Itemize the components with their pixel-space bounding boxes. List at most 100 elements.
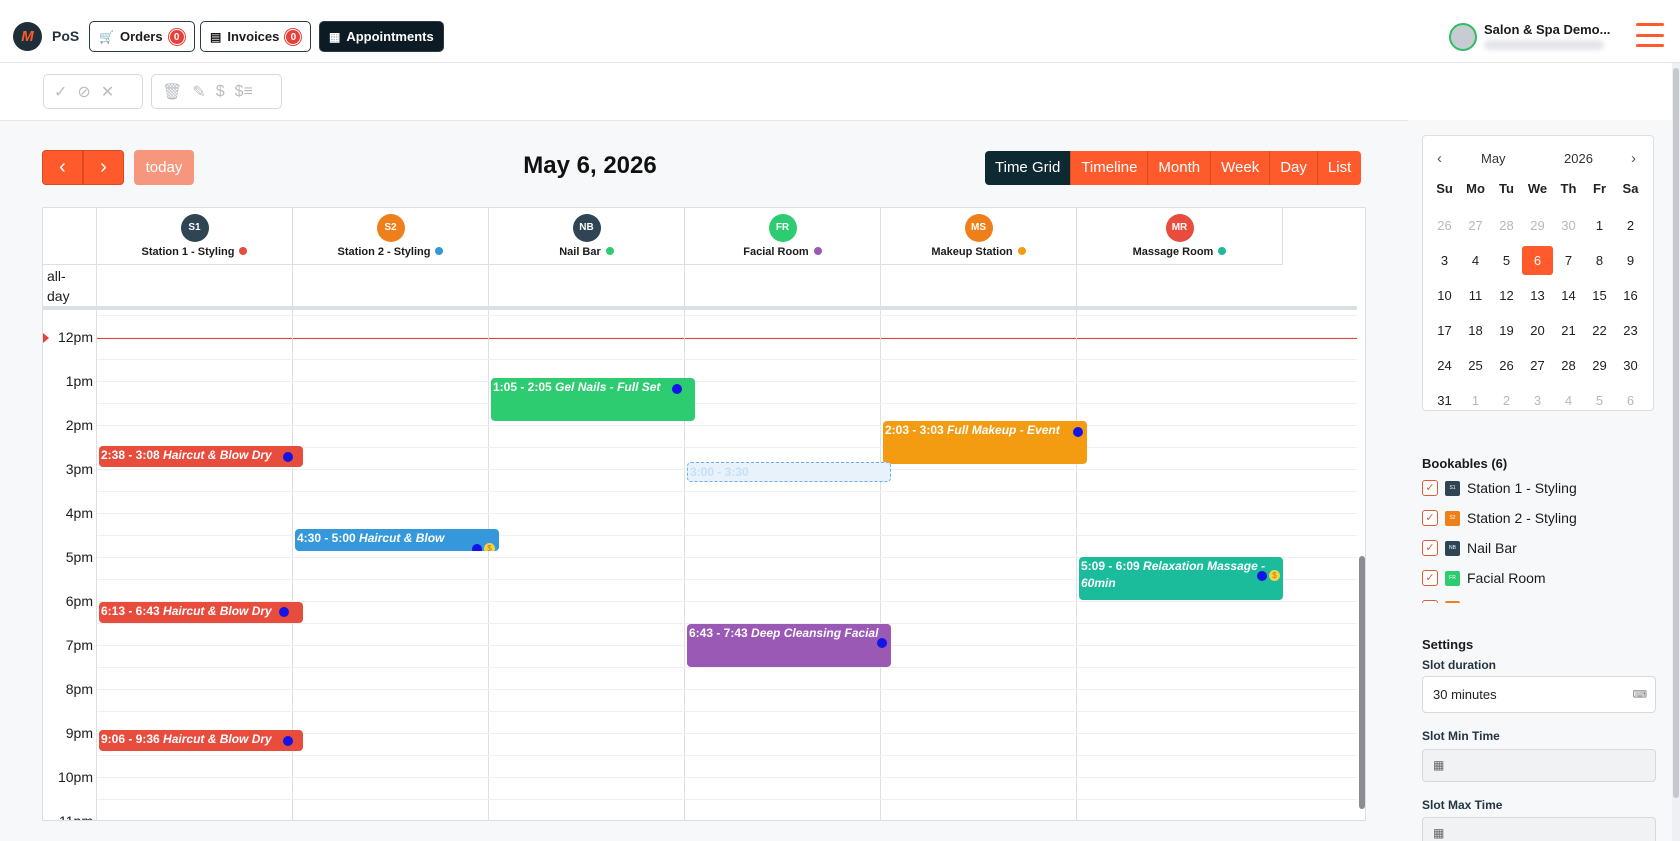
minical-day[interactable]: 21 bbox=[1553, 313, 1584, 348]
view-timeline-button[interactable]: Timeline bbox=[1071, 151, 1149, 185]
minical-day[interactable]: 3 bbox=[1522, 383, 1553, 418]
minical-day[interactable]: 29 bbox=[1522, 208, 1553, 243]
minical-day[interactable]: 11 bbox=[1460, 278, 1491, 313]
minical-day[interactable]: 12 bbox=[1491, 278, 1522, 313]
minical-day[interactable]: 5 bbox=[1491, 243, 1522, 278]
column-header-nb[interactable]: NB Nail Bar bbox=[489, 208, 685, 265]
bookable-checkbox[interactable]: ✓ bbox=[1422, 600, 1438, 603]
minical-day[interactable]: 30 bbox=[1615, 348, 1646, 383]
view-month-button[interactable]: Month bbox=[1148, 151, 1212, 185]
minical-day[interactable]: 27 bbox=[1460, 208, 1491, 243]
close-icon[interactable]: ✕ bbox=[101, 82, 114, 102]
nav-invoices-button[interactable]: ▤ Invoices 0 bbox=[200, 21, 312, 52]
minical-day[interactable]: 26 bbox=[1429, 208, 1460, 243]
appointment-event[interactable]: 5:09 - 6:09 Relaxation Massage - 60min $ bbox=[1079, 557, 1283, 600]
appointment-event[interactable]: 1:05 - 2:05 Gel Nails - Full Set bbox=[491, 378, 695, 421]
minical-day[interactable]: 18 bbox=[1460, 313, 1491, 348]
minical-day[interactable]: 3 bbox=[1429, 243, 1460, 278]
minical-day[interactable]: 29 bbox=[1584, 348, 1615, 383]
column-header-s2[interactable]: S2 Station 2 - Styling bbox=[293, 208, 489, 265]
minical-day[interactable]: 1 bbox=[1460, 383, 1491, 418]
minical-year[interactable]: 2026 bbox=[1564, 151, 1593, 166]
view-list-button[interactable]: List bbox=[1317, 151, 1362, 185]
minical-prev-icon[interactable]: ‹ bbox=[1437, 150, 1442, 167]
minical-day[interactable]: 25 bbox=[1460, 348, 1491, 383]
minical-day[interactable]: 2 bbox=[1615, 208, 1646, 243]
grid-scrollbar[interactable] bbox=[1359, 556, 1365, 809]
no-show-icon[interactable]: ⊘ bbox=[77, 82, 90, 102]
minical-day[interactable]: 16 bbox=[1615, 278, 1646, 313]
brand-name[interactable]: PoS bbox=[52, 28, 79, 44]
bookable-checkbox[interactable]: ✓ bbox=[1422, 510, 1438, 526]
minical-day[interactable]: 7 bbox=[1553, 243, 1584, 278]
appointment-event[interactable]: 2:38 - 3:08 Haircut & Blow Dry bbox=[99, 446, 303, 467]
view-day-button[interactable]: Day bbox=[1270, 151, 1318, 185]
minical-day[interactable]: 10 bbox=[1429, 278, 1460, 313]
minical-day[interactable]: 14 bbox=[1553, 278, 1584, 313]
nav-appointments-button[interactable]: ▦ Appointments bbox=[319, 21, 444, 52]
minical-day[interactable]: 15 bbox=[1584, 278, 1615, 313]
menu-icon[interactable] bbox=[1636, 23, 1664, 47]
minical-day[interactable]: 27 bbox=[1522, 348, 1553, 383]
minical-day[interactable]: 1 bbox=[1584, 208, 1615, 243]
minical-day[interactable]: 13 bbox=[1522, 278, 1553, 313]
minical-month[interactable]: May bbox=[1481, 151, 1506, 166]
today-button[interactable]: today bbox=[134, 150, 194, 185]
minical-day[interactable]: 30 bbox=[1553, 208, 1584, 243]
bookable-item[interactable]: ✓ MS Makeup Station bbox=[1422, 593, 1662, 603]
minical-day[interactable]: 20 bbox=[1522, 313, 1553, 348]
minical-day[interactable]: 6 bbox=[1615, 383, 1646, 418]
bookable-item[interactable]: ✓ NB Nail Bar bbox=[1422, 533, 1662, 563]
column-header-fr[interactable]: FR Facial Room bbox=[685, 208, 881, 265]
bookable-item[interactable]: ✓ FR Facial Room bbox=[1422, 563, 1662, 593]
bookable-checkbox[interactable]: ✓ bbox=[1422, 540, 1438, 556]
appointment-event[interactable]: 6:43 - 7:43 Deep Cleansing Facial bbox=[687, 624, 891, 667]
app-logo[interactable]: M bbox=[13, 22, 42, 51]
minical-day[interactable]: 31 bbox=[1429, 383, 1460, 418]
event-placeholder[interactable]: 3:00 - 3:30 bbox=[687, 462, 891, 482]
minical-day[interactable]: 22 bbox=[1584, 313, 1615, 348]
minical-day[interactable]: 24 bbox=[1429, 348, 1460, 383]
column-header-s1[interactable]: S1 Station 1 - Styling bbox=[97, 208, 293, 265]
column-header-ms[interactable]: MS Makeup Station bbox=[881, 208, 1077, 265]
user-avatar[interactable] bbox=[1449, 23, 1477, 51]
minical-next-icon[interactable]: › bbox=[1631, 150, 1636, 167]
edit-icon[interactable]: ✎ bbox=[192, 82, 205, 102]
minical-day[interactable]: 8 bbox=[1584, 243, 1615, 278]
allday-row[interactable] bbox=[43, 265, 1357, 310]
page-scrollbar[interactable] bbox=[1672, 63, 1680, 841]
bookable-item[interactable]: ✓ S2 Station 2 - Styling bbox=[1422, 503, 1662, 533]
dollar-icon[interactable]: $ bbox=[216, 83, 225, 101]
appointment-event[interactable]: 9:06 - 9:36 Haircut & Blow Dry bbox=[99, 730, 303, 751]
minical-day[interactable]: 4 bbox=[1553, 383, 1584, 418]
trash-icon[interactable]: 🗑 bbox=[162, 82, 182, 102]
minical-day[interactable]: 23 bbox=[1615, 313, 1646, 348]
appointment-event[interactable]: 2:03 - 3:03 Full Makeup - Event bbox=[883, 421, 1087, 464]
view-time-grid-button[interactable]: Time Grid bbox=[985, 151, 1072, 185]
minical-day[interactable]: 4 bbox=[1460, 243, 1491, 278]
bookable-checkbox[interactable]: ✓ bbox=[1422, 570, 1438, 586]
prev-button[interactable]: ‹ bbox=[42, 150, 83, 185]
minical-day[interactable]: 5 bbox=[1584, 383, 1615, 418]
minical-day[interactable]: 28 bbox=[1553, 348, 1584, 383]
check-icon[interactable]: ✓ bbox=[54, 82, 67, 102]
minical-day[interactable]: 26 bbox=[1491, 348, 1522, 383]
minical-day[interactable]: 2 bbox=[1491, 383, 1522, 418]
appointment-event[interactable]: 4:30 - 5:00 Haircut & Blow $ bbox=[295, 529, 499, 551]
nav-orders-button[interactable]: 🛒 Orders 0 bbox=[89, 21, 195, 52]
minical-day[interactable]: 9 bbox=[1615, 243, 1646, 278]
slot-max-time-field[interactable]: ▦ bbox=[1422, 817, 1656, 841]
minical-day[interactable]: 19 bbox=[1491, 313, 1522, 348]
view-week-button[interactable]: Week bbox=[1211, 151, 1271, 185]
slot-min-time-field[interactable]: ▦ bbox=[1422, 749, 1656, 782]
appointment-event[interactable]: 6:13 - 6:43 Haircut & Blow Dry bbox=[99, 602, 303, 623]
column-header-mr[interactable]: MR Massage Room bbox=[1077, 208, 1283, 265]
bookable-checkbox[interactable]: ✓ bbox=[1422, 480, 1438, 496]
minical-day[interactable]: 28 bbox=[1491, 208, 1522, 243]
minical-day[interactable]: 6 bbox=[1522, 246, 1553, 275]
user-name[interactable]: Salon & Spa Demo... bbox=[1484, 22, 1610, 37]
bookable-item[interactable]: ✓ S1 Station 1 - Styling bbox=[1422, 473, 1662, 503]
payment-icon[interactable]: $≡ bbox=[235, 83, 253, 101]
minical-day[interactable]: 17 bbox=[1429, 313, 1460, 348]
next-button[interactable]: › bbox=[83, 150, 124, 185]
